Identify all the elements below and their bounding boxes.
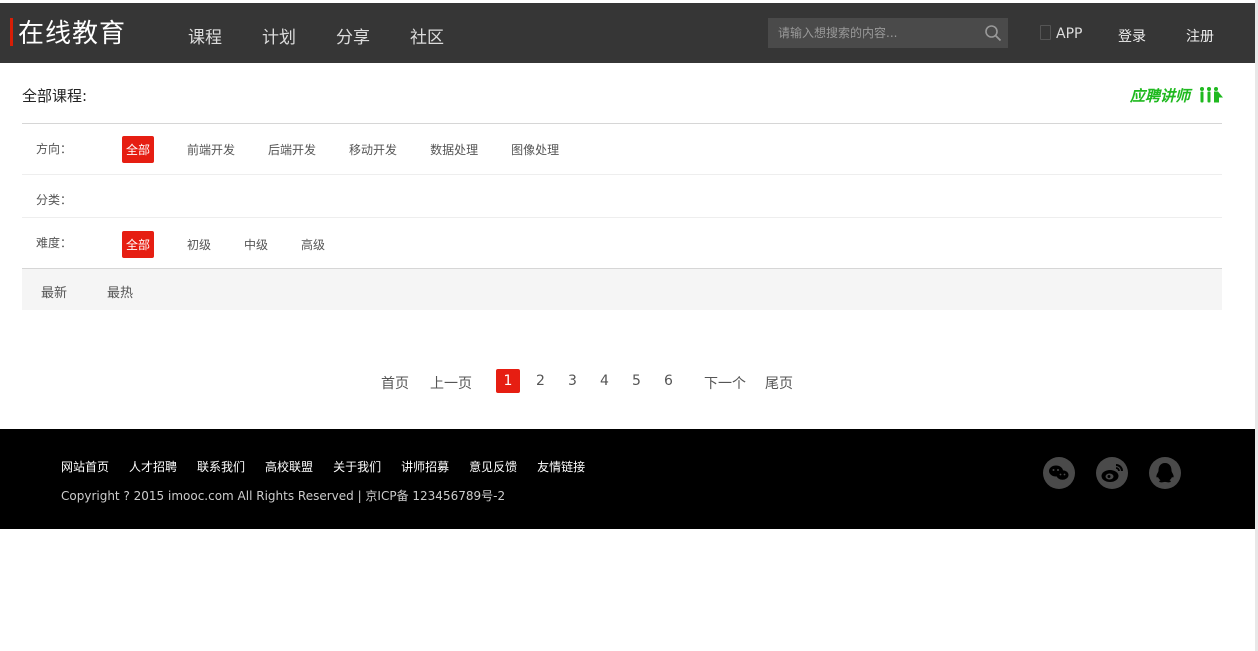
main-nav: 课程 计划 分享 社区: [188, 23, 484, 48]
weibo-icon[interactable]: [1096, 457, 1128, 489]
filter-options-direction: 全部 前端开发 后端开发 移动开发 数据处理 图像处理: [122, 136, 592, 163]
filter-direction-mobile[interactable]: 移动开发: [349, 136, 397, 163]
page-title: 全部课程:: [22, 87, 88, 105]
search-box: [768, 18, 1008, 48]
filter-direction-data[interactable]: 数据处理: [430, 136, 478, 163]
page-number[interactable]: 5: [632, 373, 641, 389]
page-number-current[interactable]: 1: [496, 369, 520, 393]
footer-links: 网站首页 人才招聘 联系我们 高校联盟 关于我们 讲师招募 意见反馈 友情链接: [61, 458, 605, 475]
footer-link-feedback[interactable]: 意见反馈: [469, 458, 517, 475]
nav-item-community[interactable]: 社区: [410, 23, 444, 48]
filter-direction-backend[interactable]: 后端开发: [268, 136, 316, 163]
copyright: Copyright ? 2015 imooc.com All Rights Re…: [61, 489, 506, 503]
filter-direction-frontend[interactable]: 前端开发: [187, 136, 235, 163]
filter-difficulty-beginner[interactable]: 初级: [187, 231, 211, 258]
app-download-link[interactable]: APP: [1040, 25, 1082, 42]
sort-hottest[interactable]: 最热: [107, 282, 133, 301]
filter-label-category: 分类：: [36, 193, 73, 207]
page-prev[interactable]: 上一页: [430, 373, 472, 393]
filter-row-direction: 方向： 全部 前端开发 后端开发 移动开发 数据处理 图像处理: [22, 124, 1222, 175]
filter-options-difficulty: 全部 初级 中级 高级: [122, 231, 358, 258]
footer-link-university[interactable]: 高校联盟: [265, 458, 313, 475]
filter-direction-image[interactable]: 图像处理: [511, 136, 559, 163]
search-input[interactable]: [768, 18, 988, 48]
page-number[interactable]: 6: [664, 373, 673, 389]
register-link[interactable]: 注册: [1186, 26, 1214, 46]
pagination: 首页 上一页 1 2 3 4 5 6 下一个 尾页: [0, 369, 1255, 393]
page-next[interactable]: 下一个: [704, 373, 746, 393]
logo-accent-bar: [10, 18, 13, 46]
filter-row-category: 分类：: [22, 175, 1222, 218]
page-number[interactable]: 2: [536, 373, 545, 389]
filter-label-direction: 方向：: [36, 142, 73, 156]
filter-difficulty-intermediate[interactable]: 中级: [244, 231, 268, 258]
page-last[interactable]: 尾页: [765, 373, 793, 393]
footer-link-teacher-recruit[interactable]: 讲师招募: [401, 458, 449, 475]
filter-difficulty-advanced[interactable]: 高级: [301, 231, 325, 258]
page-number[interactable]: 3: [568, 373, 577, 389]
footer-link-friends[interactable]: 友情链接: [537, 458, 585, 475]
sort-bar: 最新 最热: [22, 268, 1222, 310]
page: 在线教育 课程 计划 分享 社区 APP 登录 注册 全部课程: 应聘讲师: [0, 0, 1258, 651]
filter-label-difficulty: 难度：: [36, 236, 73, 250]
page-first[interactable]: 首页: [381, 373, 409, 393]
page-number[interactable]: 4: [600, 373, 609, 389]
phone-icon: [1040, 25, 1051, 40]
nav-item-courses[interactable]: 课程: [188, 23, 222, 48]
recruit-label: 应聘讲师: [1130, 87, 1191, 105]
filter-direction-all[interactable]: 全部: [122, 136, 155, 163]
footer-link-contact[interactable]: 联系我们: [197, 458, 245, 475]
site-logo[interactable]: 在线教育: [18, 13, 126, 50]
header: 在线教育 课程 计划 分享 社区 APP 登录 注册: [0, 3, 1255, 63]
recruit-teacher-link[interactable]: 应聘讲师: [1130, 85, 1224, 106]
footer-link-jobs[interactable]: 人才招聘: [129, 458, 177, 475]
nav-item-plans[interactable]: 计划: [262, 23, 296, 48]
login-link[interactable]: 登录: [1118, 26, 1146, 46]
qq-icon[interactable]: [1149, 457, 1181, 489]
nav-item-share[interactable]: 分享: [336, 23, 370, 48]
filter-difficulty-all[interactable]: 全部: [122, 231, 155, 258]
footer-link-home[interactable]: 网站首页: [61, 458, 109, 475]
app-label: APP: [1056, 26, 1083, 42]
footer-link-about[interactable]: 关于我们: [333, 458, 381, 475]
filter-row-difficulty: 难度： 全部 初级 中级 高级: [22, 218, 1222, 268]
sort-newest[interactable]: 最新: [41, 282, 67, 301]
wechat-icon[interactable]: [1043, 457, 1075, 489]
recruit-people-icon: [1200, 87, 1224, 103]
footer: 网站首页 人才招聘 联系我们 高校联盟 关于我们 讲师招募 意见反馈 友情链接 …: [0, 429, 1255, 529]
search-icon[interactable]: [984, 24, 1002, 42]
